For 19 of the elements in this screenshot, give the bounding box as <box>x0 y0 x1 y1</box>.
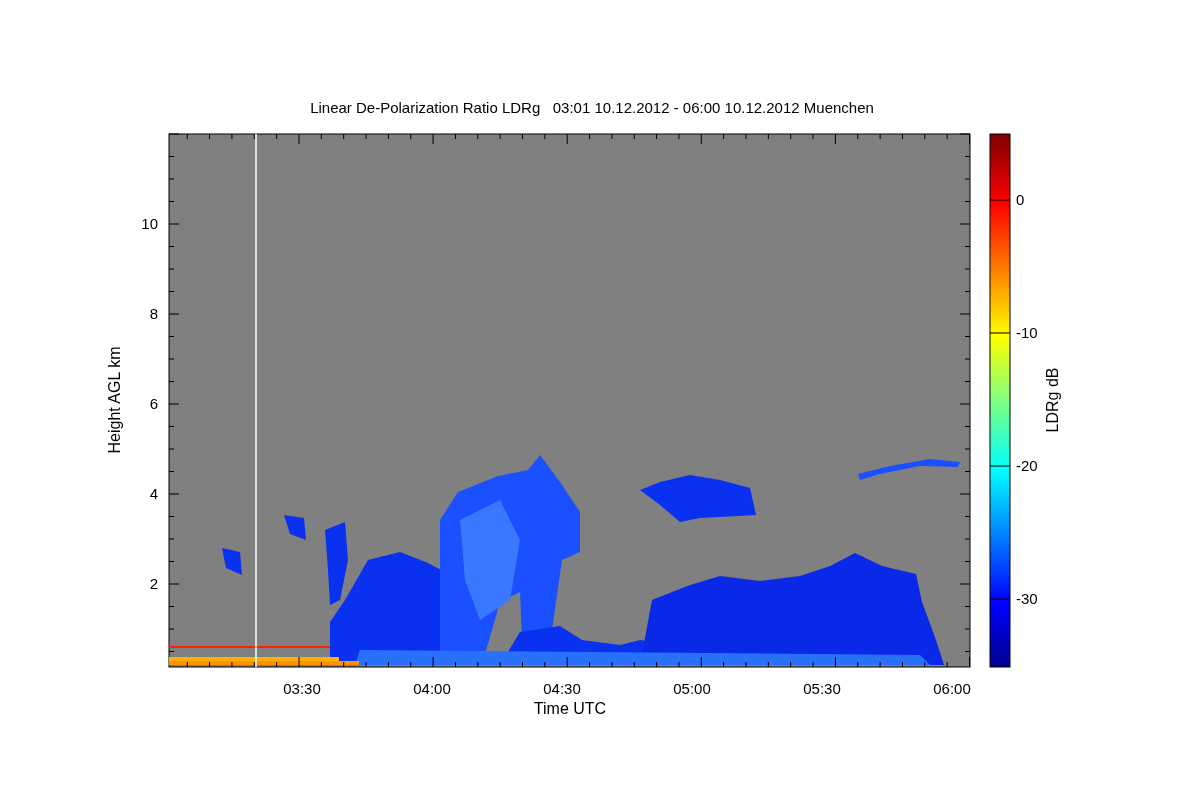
x-tick-label: 03:30 <box>283 680 321 697</box>
y-tick-label: 8 <box>149 305 158 322</box>
colorbar-tick-label: -10 <box>1016 324 1038 341</box>
colorbar-tick-label: -30 <box>1016 590 1038 607</box>
x-tick-label: 04:00 <box>413 680 451 697</box>
y-tick-label: 4 <box>149 485 158 502</box>
y-tick-label: 10 <box>141 215 158 232</box>
x-tick-label: 04:30 <box>543 680 581 697</box>
colorbar-tick-label: -20 <box>1016 457 1038 474</box>
y-axis-label: Height AGL km <box>106 346 123 454</box>
chart-title: Linear De-Polarization Ratio LDRg 03:01 10.12.2012 - 06:00 10.12.2012 Muenchen <box>310 99 874 116</box>
x-axis-label: Time UTC <box>533 700 607 717</box>
y-tick-label: 2 <box>149 575 158 592</box>
colorbar-tick-label: 0 <box>1016 191 1025 208</box>
x-tick-label: 05:30 <box>803 680 841 697</box>
y-tick-label: 6 <box>149 395 158 412</box>
x-tick-label: 06:00 <box>933 680 971 697</box>
colorbar-label: LDRg dB <box>1044 367 1061 433</box>
x-tick-label: 05:00 <box>673 680 711 697</box>
